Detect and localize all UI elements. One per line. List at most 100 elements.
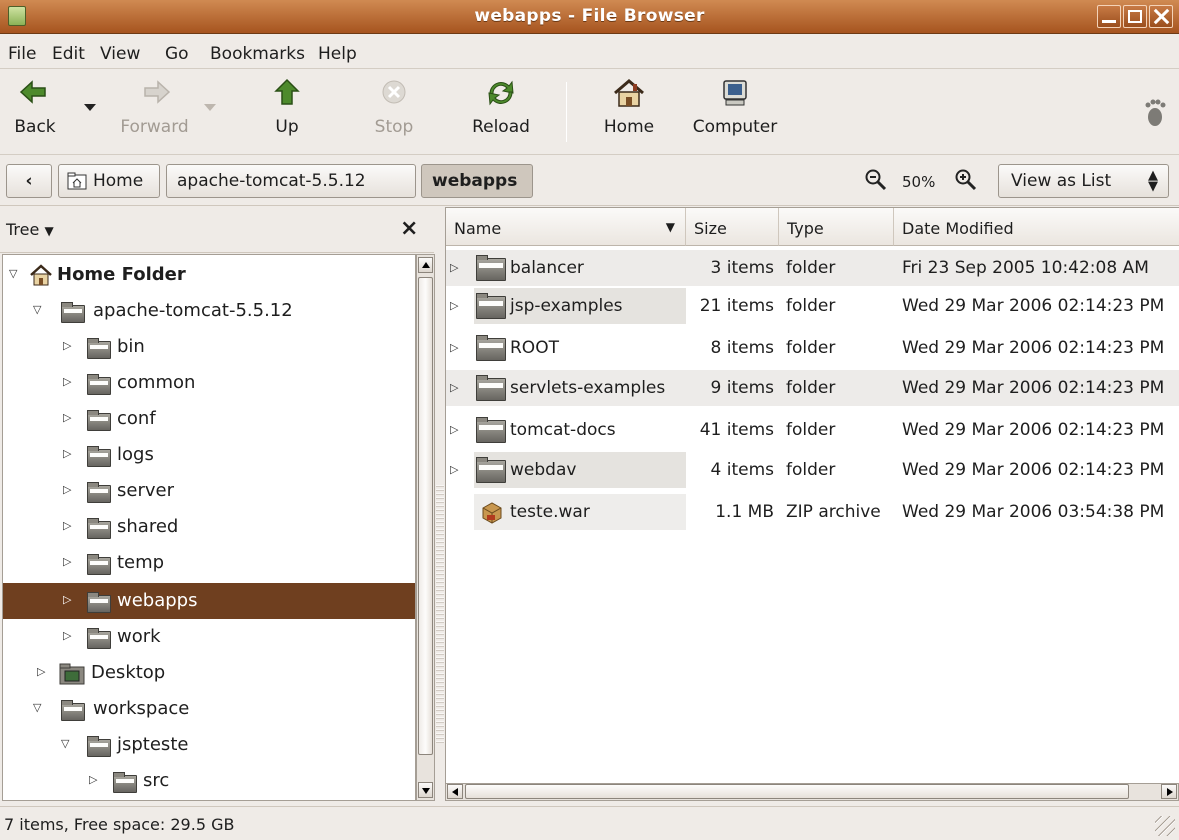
expander-open-icon[interactable]: ▽	[9, 267, 17, 280]
expander-closed-icon[interactable]: ▷	[63, 519, 71, 532]
folder-icon	[476, 375, 506, 401]
expander-closed-icon[interactable]: ▷	[63, 411, 71, 424]
expander-closed-icon[interactable]: ▷	[450, 299, 458, 312]
tree-item-conf[interactable]: ▷ conf	[3, 401, 415, 437]
column-header-type[interactable]: Type	[779, 208, 894, 246]
sidebar-mode-select[interactable]: Tree ▼	[6, 220, 54, 239]
menu-help[interactable]: Help	[318, 44, 357, 64]
folder-icon	[476, 417, 506, 443]
crumb-webapps[interactable]: webapps	[421, 164, 533, 198]
home-folder-icon	[67, 172, 87, 190]
chevron-left-icon: ‹	[25, 171, 33, 191]
scroll-thumb[interactable]	[465, 784, 1129, 799]
tree-item-workspace[interactable]: ▽ workspace	[3, 691, 415, 727]
file-row[interactable]: teste.war 1.1 MB ZIP archive Wed 29 Mar …	[446, 494, 1179, 530]
tree-item-bin[interactable]: ▷ bin	[3, 329, 415, 365]
zoom-out-button[interactable]	[864, 168, 888, 192]
tree-item-jspteste[interactable]: ▽ jspteste	[3, 727, 415, 763]
close-window-button[interactable]	[1149, 5, 1173, 28]
expander-closed-icon[interactable]: ▷	[450, 341, 458, 354]
folder-icon	[476, 293, 506, 319]
maximize-button[interactable]	[1123, 5, 1147, 28]
zoom-level[interactable]: 50%	[902, 173, 935, 191]
home-button[interactable]: Home	[596, 78, 662, 148]
minimize-icon	[1102, 20, 1116, 23]
up-button[interactable]: Up	[262, 78, 312, 148]
folder-icon	[113, 772, 137, 793]
scroll-down-button[interactable]	[418, 782, 433, 798]
tree-item-desktop[interactable]: ▷ Desktop	[3, 655, 415, 691]
scroll-left-button[interactable]	[447, 784, 463, 799]
folder-icon	[476, 255, 506, 281]
expander-closed-icon[interactable]: ▷	[450, 381, 458, 394]
expander-closed-icon[interactable]: ▷	[63, 483, 71, 496]
column-header-size[interactable]: Size	[686, 208, 779, 246]
desktop-folder-icon	[59, 663, 85, 685]
expander-closed-icon[interactable]: ▷	[63, 593, 71, 606]
zoom-in-button[interactable]	[954, 168, 978, 192]
back-button[interactable]: Back	[0, 78, 70, 148]
column-header-date-modified[interactable]: Date Modified	[894, 208, 1179, 246]
file-row[interactable]: ▷ balancer 3 items folder Fri 23 Sep 200…	[446, 250, 1179, 286]
file-row[interactable]: ▷ servlets-examples 9 items folder Wed 2…	[446, 370, 1179, 406]
expander-closed-icon[interactable]: ▷	[450, 463, 458, 476]
crumb-home[interactable]: Home	[58, 164, 160, 198]
view-mode-select[interactable]: View as List ▲ ▼	[998, 164, 1169, 198]
tree-item-server[interactable]: ▷ server	[3, 473, 415, 509]
title-bar[interactable]: webapps - File Browser	[0, 0, 1179, 34]
sidebar-header: Tree ▼ ×	[0, 207, 434, 253]
folder-icon	[87, 592, 111, 613]
menu-file[interactable]: File	[8, 44, 36, 64]
folder-icon	[87, 554, 111, 575]
expander-open-icon[interactable]: ▽	[33, 701, 41, 714]
menu-edit[interactable]: Edit	[52, 44, 85, 64]
file-row[interactable]: ▷ tomcat-docs 41 items folder Wed 29 Mar…	[446, 412, 1179, 448]
tree-item-temp[interactable]: ▷ temp	[3, 545, 415, 581]
expander-closed-icon[interactable]: ▷	[63, 375, 71, 388]
expander-closed-icon[interactable]: ▷	[63, 447, 71, 460]
scroll-right-button[interactable]	[1161, 784, 1177, 799]
reload-button[interactable]: Reload	[466, 78, 536, 148]
minimize-button[interactable]	[1097, 5, 1121, 28]
computer-button[interactable]: Computer	[688, 78, 782, 148]
file-row[interactable]: ▷ jsp-examples 21 items folder Wed 29 Ma…	[446, 288, 1179, 324]
stop-button[interactable]: Stop	[366, 78, 422, 148]
file-row[interactable]: ▷ ROOT 8 items folder Wed 29 Mar 2006 02…	[446, 330, 1179, 366]
expander-closed-icon[interactable]: ▷	[37, 665, 45, 678]
pane-resize-handle[interactable]	[436, 207, 444, 801]
menu-view[interactable]: View	[100, 44, 140, 64]
folder-icon	[87, 410, 111, 431]
expander-closed-icon[interactable]: ▷	[63, 629, 71, 642]
scroll-up-button[interactable]	[418, 257, 433, 273]
menu-bookmarks[interactable]: Bookmarks	[210, 44, 305, 64]
tree-item-src[interactable]: ▷ src	[3, 763, 415, 799]
list-horizontal-scrollbar[interactable]	[445, 783, 1179, 801]
scroll-thumb[interactable]	[418, 277, 433, 755]
tree-item-home-folder[interactable]: ▽ Home Folder	[3, 257, 415, 293]
crumb-apache-tomcat[interactable]: apache-tomcat-5.5.12	[166, 164, 416, 198]
throbber-foot-icon	[1142, 98, 1168, 128]
forward-button[interactable]: Forward	[112, 78, 197, 148]
menu-go[interactable]: Go	[165, 44, 189, 64]
back-history-dropdown[interactable]	[84, 104, 96, 111]
forward-history-dropdown[interactable]	[204, 104, 216, 111]
close-sidebar-button[interactable]: ×	[400, 216, 418, 241]
tree-item-shared[interactable]: ▷ shared	[3, 509, 415, 545]
expander-closed-icon[interactable]: ▷	[63, 555, 71, 568]
tree-item-common[interactable]: ▷ common	[3, 365, 415, 401]
crumb-left-arrow-button[interactable]: ‹	[6, 164, 52, 198]
resize-grip[interactable]	[1155, 816, 1175, 836]
expander-closed-icon[interactable]: ▷	[89, 773, 97, 786]
tree-vertical-scrollbar[interactable]	[416, 254, 435, 801]
expander-closed-icon[interactable]: ▷	[450, 423, 458, 436]
expander-closed-icon[interactable]: ▷	[63, 339, 71, 352]
tree-item-logs[interactable]: ▷ logs	[3, 437, 415, 473]
expander-open-icon[interactable]: ▽	[61, 737, 69, 750]
tree-item-work[interactable]: ▷ work	[3, 619, 415, 655]
tree-item-webapps[interactable]: ▷ webapps	[3, 583, 415, 619]
file-row[interactable]: ▷ webdav 4 items folder Wed 29 Mar 2006 …	[446, 452, 1179, 488]
column-header-name[interactable]: Name ▼	[446, 208, 686, 246]
expander-closed-icon[interactable]: ▷	[450, 261, 458, 274]
expander-open-icon[interactable]: ▽	[33, 303, 41, 316]
tree-item-apache-tomcat[interactable]: ▽ apache-tomcat-5.5.12	[3, 293, 415, 329]
